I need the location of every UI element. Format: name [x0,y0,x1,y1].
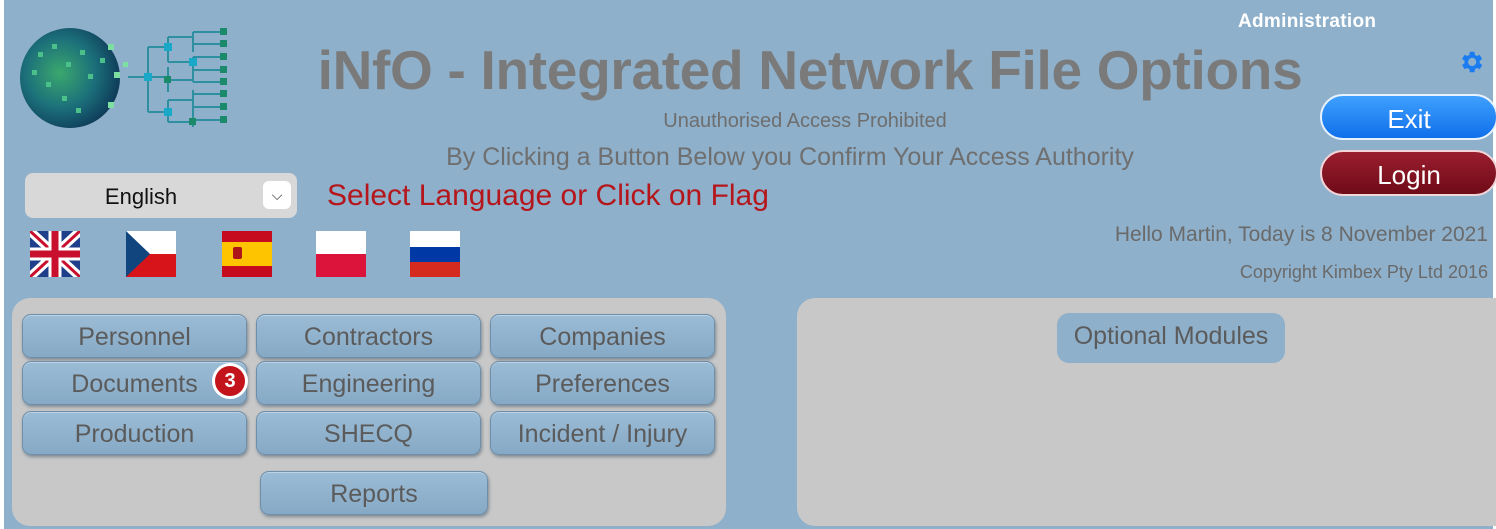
greeting-text: Hello Martin, Today is 8 November 2021 [1114,223,1488,246]
personnel-button[interactable]: Personnel [22,314,247,358]
contractors-button[interactable]: Contractors [256,314,481,358]
language-prompt: Select Language or Click on Flag [327,179,769,212]
poland-flag-icon[interactable] [316,231,366,277]
app-logo [20,28,227,128]
access-warning: Unauthorised Access Prohibited [663,110,947,132]
page-title: iNfO - Integrated Network File Options [317,39,1303,101]
copyright-text: Copyright Kimbex Pty Ltd 2016 [1239,262,1488,282]
gear-icon[interactable] [1457,48,1485,76]
czech-flag-icon[interactable] [126,231,176,277]
documents-notification-badge: 3 [212,363,248,399]
uk-flag-icon[interactable] [30,231,80,277]
exit-button[interactable]: Exit [1320,94,1496,140]
reports-button[interactable]: Reports [260,471,488,515]
language-select-value: English [104,184,178,209]
companies-button[interactable]: Companies [490,314,715,358]
spain-flag-icon[interactable] [222,231,272,277]
optional-modules-button[interactable]: Optional Modules [1057,313,1285,363]
shecq-button[interactable]: SHECQ [256,411,481,455]
language-select[interactable]: English ⌵ [25,173,297,218]
incident-injury-button[interactable]: Incident / Injury [490,411,715,455]
login-button[interactable]: Login [1320,150,1496,196]
engineering-button[interactable]: Engineering [256,361,481,405]
production-button[interactable]: Production [22,411,247,455]
chevron-down-icon[interactable]: ⌵ [263,181,291,209]
confirm-authority-text: By Clicking a Button Below you Confirm Y… [446,143,1134,171]
russia-flag-icon[interactable] [410,231,460,277]
preferences-button[interactable]: Preferences [490,361,715,405]
administration-link[interactable]: Administration [1238,11,1376,33]
